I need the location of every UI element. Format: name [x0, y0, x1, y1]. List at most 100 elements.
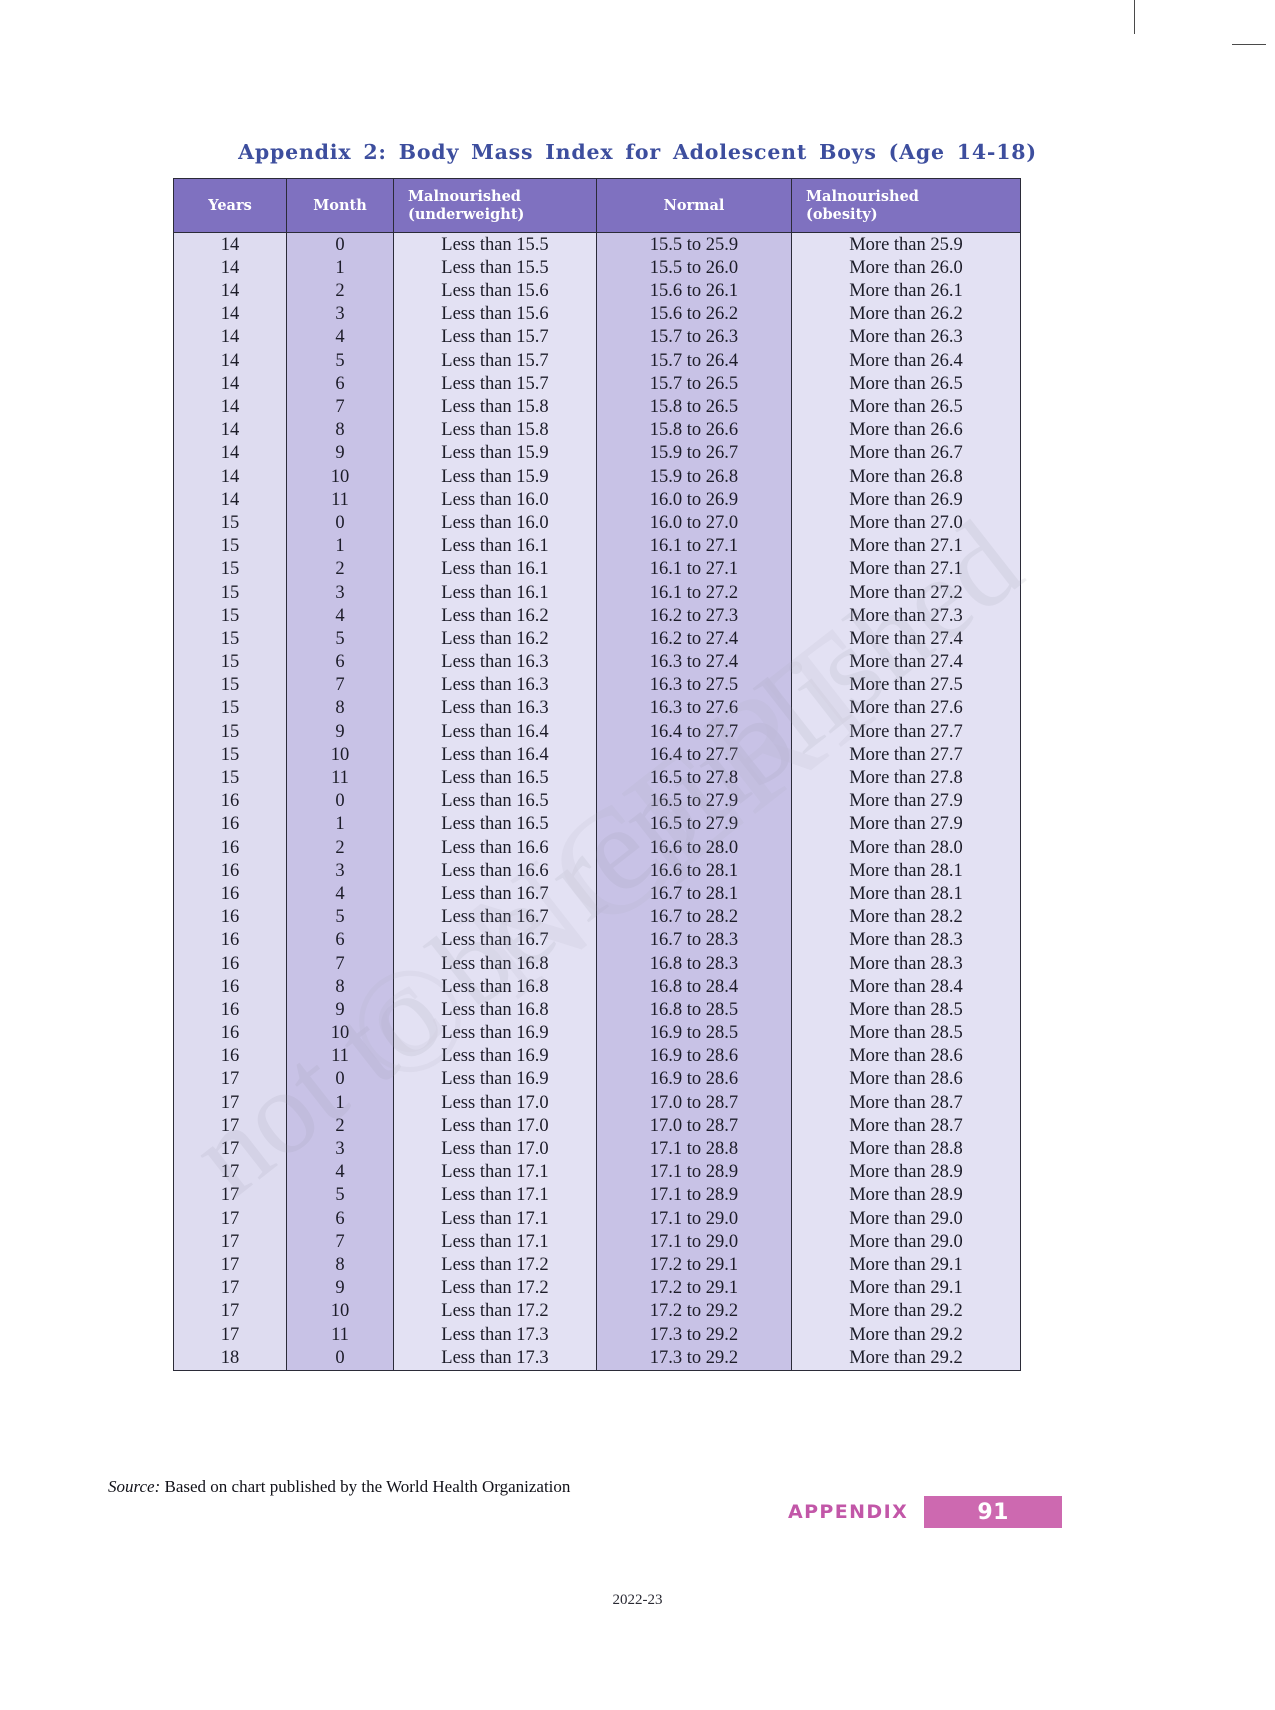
cell-month: 5 — [286, 1184, 394, 1208]
cell-underweight: Less than 16.4 — [393, 720, 597, 744]
cell-underweight: Less than 16.7 — [393, 905, 597, 929]
table-row: 16 6 Less than 16.7 16.7 to 28.3 More than 2… — [173, 929, 1021, 953]
cell-month: 6 — [286, 650, 394, 674]
cell-month: 11 — [286, 766, 394, 790]
cell-obesity: More than 28.4 — [791, 975, 1021, 999]
header-label-underweight-line1: Malnourished — [408, 188, 521, 205]
table-row: 15 6 Less than 16.3 16.3 to 27.4 More than 2… — [173, 650, 1021, 674]
cell-obesity: More than 26.9 — [791, 488, 1021, 512]
cell-normal: 16.5 to 27.9 — [596, 813, 792, 837]
cell-month: 7 — [286, 673, 394, 698]
cell-obesity: More than 29.2 — [791, 1300, 1021, 1324]
cell-obesity: More than 27.1 — [791, 558, 1021, 582]
table-row: 17 5 Less than 17.1 17.1 to 28.9 More than 2… — [173, 1184, 1021, 1208]
cell-years: 15 — [173, 673, 287, 698]
cell-underweight: Less than 16.2 — [393, 627, 597, 651]
cell-obesity: More than 27.4 — [791, 650, 1021, 674]
cell-underweight: Less than 17.1 — [393, 1184, 597, 1208]
cell-underweight: Less than 16.8 — [393, 975, 597, 999]
cell-years: 15 — [173, 581, 287, 605]
cell-month: 4 — [286, 882, 394, 906]
cell-underweight: Less than 15.6 — [393, 279, 597, 303]
cell-normal: 16.0 to 27.0 — [596, 511, 792, 535]
cell-obesity: More than 28.9 — [791, 1184, 1021, 1208]
footer-section-label: Appendix — [788, 1500, 909, 1523]
cell-month: 0 — [286, 1068, 394, 1092]
cell-obesity: More than 29.1 — [791, 1276, 1021, 1300]
crop-mark-vertical — [1134, 0, 1135, 34]
cell-normal: 16.6 to 28.0 — [596, 836, 792, 860]
cell-years: 17 — [173, 1276, 287, 1300]
cell-normal: 15.7 to 26.3 — [596, 326, 792, 350]
bmi-table-container: Years Month Malnourished (underweight) N… — [173, 177, 1021, 1371]
cell-years: 14 — [173, 488, 287, 512]
cell-month: 3 — [286, 581, 394, 605]
cell-years: 16 — [173, 813, 287, 837]
table-row: 17 3 Less than 17.0 17.1 to 28.8 More than 2… — [173, 1137, 1021, 1161]
cell-underweight: Less than 17.3 — [393, 1323, 597, 1347]
cell-years: 17 — [173, 1068, 287, 1092]
cell-normal: 16.7 to 28.3 — [596, 929, 792, 953]
cell-obesity: More than 27.7 — [791, 743, 1021, 767]
cell-years: 16 — [173, 929, 287, 953]
table-row: 14 6 Less than 15.7 15.7 to 26.5 More than 2… — [173, 372, 1021, 396]
cell-obesity: More than 26.5 — [791, 372, 1021, 396]
table-row: 14 11 Less than 16.0 16.0 to 26.9 More than … — [173, 488, 1021, 512]
cell-underweight: Less than 17.2 — [393, 1253, 597, 1277]
table-row: 16 1 Less than 16.5 16.5 to 27.9 More than 2… — [173, 813, 1021, 837]
cell-underweight: Less than 15.7 — [393, 372, 597, 396]
cell-month: 4 — [286, 1160, 394, 1185]
cell-obesity: More than 26.5 — [791, 395, 1021, 419]
cell-obesity: More than 27.7 — [791, 720, 1021, 744]
cell-normal: 17.3 to 29.2 — [596, 1323, 792, 1347]
cell-years: 15 — [173, 650, 287, 674]
table-row: 14 10 Less than 15.9 15.9 to 26.8 More than … — [173, 465, 1021, 489]
cell-normal: 16.4 to 27.7 — [596, 743, 792, 767]
cell-years: 18 — [173, 1346, 287, 1371]
cell-years: 17 — [173, 1137, 287, 1161]
cell-normal: 15.5 to 26.0 — [596, 256, 792, 280]
table-row: 16 7 Less than 16.8 16.8 to 28.3 More than 2… — [173, 952, 1021, 976]
cell-obesity: More than 26.2 — [791, 302, 1021, 327]
table-row: 16 4 Less than 16.7 16.7 to 28.1 More than 2… — [173, 882, 1021, 906]
cell-years: 17 — [173, 1300, 287, 1324]
cell-underweight: Less than 16.7 — [393, 929, 597, 953]
cell-normal: 16.7 to 28.1 — [596, 882, 792, 906]
cell-underweight: Less than 16.5 — [393, 813, 597, 837]
cell-obesity: More than 29.2 — [791, 1346, 1021, 1371]
table-row: 15 11 Less than 16.5 16.5 to 27.8 More than … — [173, 766, 1021, 790]
cell-month: 3 — [286, 1137, 394, 1161]
cell-normal: 17.3 to 29.2 — [596, 1346, 792, 1371]
cell-underweight: Less than 17.1 — [393, 1207, 597, 1231]
table-row: 17 11 Less than 17.3 17.3 to 29.2 More than … — [173, 1323, 1021, 1347]
cell-obesity: More than 28.6 — [791, 1068, 1021, 1092]
cell-normal: 16.9 to 28.6 — [596, 1068, 792, 1092]
table-row: 17 1 Less than 17.0 17.0 to 28.7 More than 2… — [173, 1091, 1021, 1115]
cell-years: 17 — [173, 1230, 287, 1254]
table-header-row: Years Month Malnourished (underweight) N… — [173, 177, 1021, 234]
table-row: 15 5 Less than 16.2 16.2 to 27.4 More than 2… — [173, 627, 1021, 651]
cell-normal: 16.3 to 27.4 — [596, 650, 792, 674]
cell-underweight: Less than 16.0 — [393, 511, 597, 535]
cell-normal: 15.6 to 26.1 — [596, 279, 792, 303]
cell-obesity: More than 27.6 — [791, 697, 1021, 721]
cell-underweight: Less than 16.0 — [393, 488, 597, 512]
cell-years: 15 — [173, 697, 287, 721]
cell-normal: 15.7 to 26.5 — [596, 372, 792, 396]
cell-obesity: More than 27.3 — [791, 604, 1021, 628]
cell-month: 2 — [286, 558, 394, 582]
table-row: 17 10 Less than 17.2 17.2 to 29.2 More than … — [173, 1300, 1021, 1324]
cell-years: 14 — [173, 395, 287, 419]
cell-month: 10 — [286, 1021, 394, 1045]
column-header-underweight: Malnourished (underweight) — [393, 177, 597, 234]
cell-underweight: Less than 16.3 — [393, 673, 597, 698]
cell-years: 14 — [173, 465, 287, 489]
footer-appendix-marker: Appendix 91 — [788, 1495, 1063, 1529]
cell-years: 14 — [173, 372, 287, 396]
cell-normal: 17.1 to 28.9 — [596, 1160, 792, 1185]
year-stamp: 2022-23 — [612, 1592, 663, 1608]
table-row: 17 2 Less than 17.0 17.0 to 28.7 More than 2… — [173, 1114, 1021, 1138]
cell-normal: 16.8 to 28.5 — [596, 998, 792, 1022]
cell-month: 10 — [286, 465, 394, 489]
table-row: 16 5 Less than 16.7 16.7 to 28.2 More than 2… — [173, 905, 1021, 929]
